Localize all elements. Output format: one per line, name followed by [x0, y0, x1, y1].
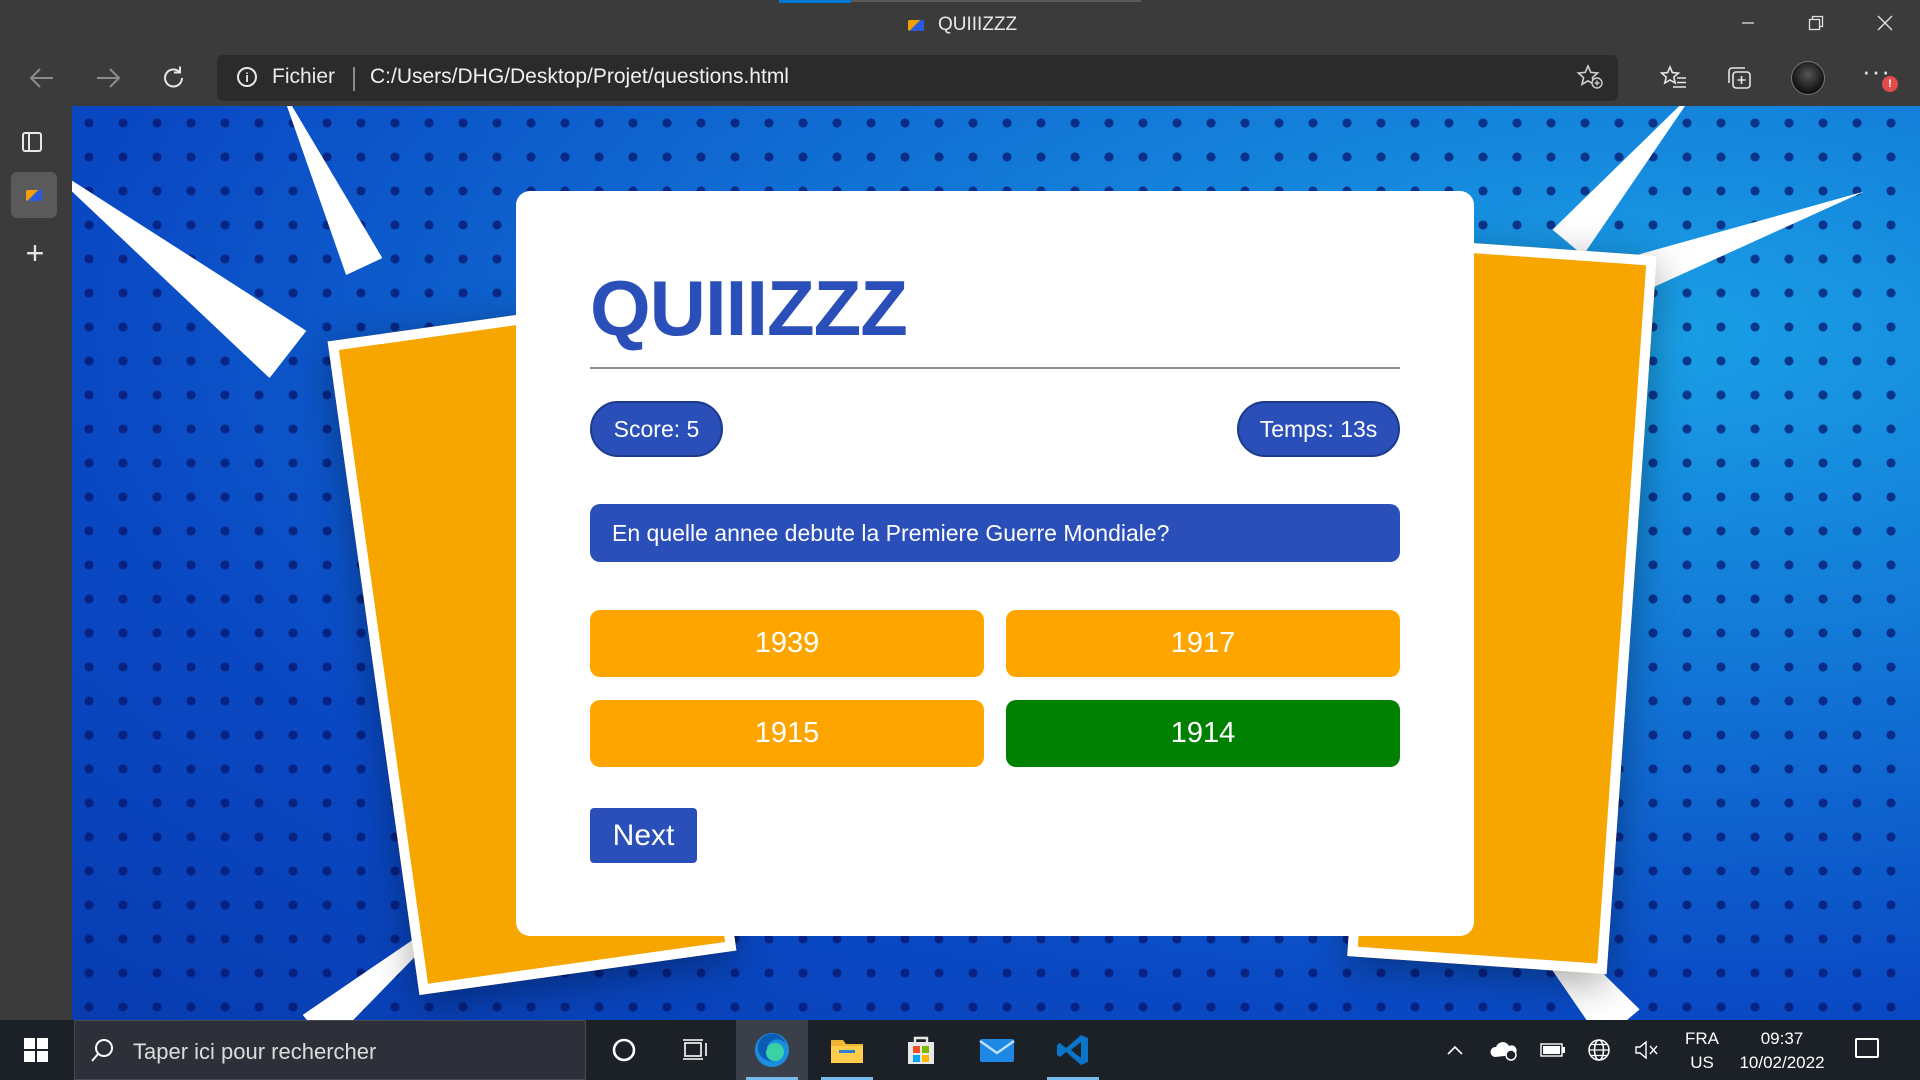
battery-icon — [1540, 1043, 1565, 1057]
url-text[interactable]: C:/Users/DHG/Desktop/Projet/questions.ht… — [370, 65, 789, 89]
title-divider — [590, 367, 1400, 369]
windows-logo-icon — [24, 1038, 48, 1062]
collections-button[interactable] — [1718, 58, 1762, 98]
forward-arrow-icon — [97, 68, 121, 88]
favorites-list-icon — [1660, 65, 1686, 88]
vertical-tabs-sidebar: + — [0, 106, 72, 1020]
site-favicon-icon — [908, 19, 924, 31]
notification-badge: ! — [1882, 76, 1898, 92]
refresh-button[interactable] — [152, 58, 196, 98]
title-bar: QUIIIZZZ — [0, 0, 1920, 50]
edge-icon — [755, 1033, 789, 1067]
clock-date: 10/02/2022 — [1739, 1053, 1825, 1072]
keyboard-layout-code: US — [1690, 1053, 1714, 1072]
mail-icon — [979, 1039, 1015, 1062]
cortana-circle-icon — [612, 1038, 636, 1062]
minimize-icon — [1742, 22, 1754, 24]
start-button[interactable] — [0, 1020, 72, 1080]
taskbar-file-explorer[interactable] — [811, 1020, 883, 1080]
window-title: QUIIIZZZ — [908, 12, 1017, 38]
address-separator — [353, 67, 355, 91]
input-language-indicator[interactable]: FRA US — [1684, 1027, 1720, 1075]
new-tab-button[interactable]: + — [20, 235, 50, 271]
tab-actions-icon[interactable] — [22, 132, 42, 152]
burst-ray — [262, 106, 383, 275]
back-button[interactable] — [20, 58, 64, 98]
collections-icon — [1728, 67, 1751, 89]
tab-strip-accent — [779, 0, 851, 3]
close-icon — [1877, 15, 1893, 31]
answer-button-3[interactable]: 1915 — [590, 700, 984, 767]
info-icon[interactable]: i — [237, 67, 257, 87]
burst-ray — [1552, 106, 1711, 255]
security-label[interactable]: Fichier — [272, 65, 335, 89]
restore-icon — [1808, 15, 1824, 31]
address-bar[interactable]: i Fichier C:/Users/DHG/Desktop/Projet/qu… — [217, 55, 1618, 101]
restore-button[interactable] — [1786, 6, 1846, 40]
refresh-icon — [164, 66, 183, 88]
star-plus-icon — [1576, 64, 1603, 89]
add-favorite-button[interactable] — [1576, 64, 1604, 97]
profile-avatar[interactable] — [1791, 61, 1825, 95]
action-center-icon[interactable] — [1855, 1038, 1879, 1058]
sidebar-tab-quiz[interactable] — [11, 172, 57, 218]
search-icon — [91, 1039, 113, 1062]
quiz-card: QUIIIZZZ Score: 5 Temps: 13s En quelle a… — [516, 191, 1474, 936]
volume-button[interactable] — [1630, 1020, 1664, 1080]
burst-ray — [72, 134, 307, 378]
vscode-icon — [1057, 1035, 1088, 1065]
globe-network-icon — [1588, 1039, 1610, 1061]
volume-muted-icon — [1635, 1040, 1658, 1060]
task-view-icon — [683, 1039, 707, 1060]
system-clock[interactable]: 09:37 10/02/2022 — [1734, 1027, 1830, 1075]
show-hidden-icons-button[interactable] — [1440, 1020, 1470, 1080]
file-explorer-icon — [831, 1040, 863, 1063]
close-button[interactable] — [1855, 6, 1915, 40]
task-view-button[interactable] — [660, 1020, 732, 1080]
taskbar-vscode[interactable] — [1037, 1020, 1109, 1080]
language-code: FRA — [1685, 1029, 1719, 1048]
taskbar-edge[interactable] — [736, 1020, 808, 1080]
taskbar: Taper ici pour rechercher FRA US 09:37 1… — [0, 1020, 1920, 1080]
cortana-button[interactable] — [588, 1020, 660, 1080]
battery-button[interactable] — [1536, 1020, 1570, 1080]
favorites-button[interactable] — [1652, 58, 1696, 98]
network-button[interactable] — [1582, 1020, 1616, 1080]
score-badge: Score: 5 — [590, 401, 723, 457]
answer-button-2[interactable]: 1917 — [1006, 610, 1400, 677]
plus-icon: + — [25, 235, 45, 271]
page-viewport: QUIIIZZZ Score: 5 Temps: 13s En quelle a… — [72, 106, 1920, 1020]
back-arrow-icon — [29, 68, 53, 88]
next-button[interactable]: Next — [590, 808, 697, 863]
taskbar-mail[interactable] — [961, 1020, 1033, 1080]
answer-button-1[interactable]: 1939 — [590, 610, 984, 677]
taskbar-search-box[interactable]: Taper ici pour rechercher — [74, 1020, 586, 1080]
answer-button-4-correct[interactable]: 1914 — [1006, 700, 1400, 767]
forward-button[interactable] — [86, 58, 130, 98]
tab-strip-line — [851, 0, 1141, 2]
window-title-text: QUIIIZZZ — [938, 14, 1018, 35]
clock-time: 09:37 — [1760, 1029, 1804, 1048]
taskbar-store[interactable] — [885, 1020, 957, 1080]
browser-toolbar: i Fichier C:/Users/DHG/Desktop/Projet/qu… — [0, 50, 1920, 106]
timer-badge: Temps: 13s — [1237, 401, 1400, 457]
search-placeholder[interactable]: Taper ici pour rechercher — [133, 1039, 376, 1065]
tab-favicon-icon — [26, 189, 42, 201]
onedrive-button[interactable] — [1486, 1020, 1522, 1080]
question-text: En quelle annee debute la Premiere Guerr… — [590, 504, 1400, 562]
quiz-title: QUIIIZZZ — [590, 264, 908, 352]
microsoft-store-icon — [908, 1036, 934, 1064]
onedrive-sync-icon — [1490, 1042, 1517, 1061]
minimize-button[interactable] — [1718, 6, 1778, 40]
chevron-up-icon — [1447, 1045, 1463, 1055]
